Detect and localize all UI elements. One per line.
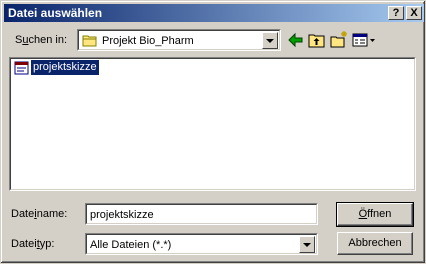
- filetype-dropdown[interactable]: Alle Dateien (*.*): [85, 233, 318, 255]
- look-in-label: Suchen in:: [15, 34, 67, 46]
- help-icon: ?: [392, 7, 400, 19]
- view-menu-icon[interactable]: [351, 30, 377, 50]
- window-title: Datei auswählen: [8, 6, 103, 20]
- look-in-dropdown[interactable]: Projekt Bio_Pharm: [77, 29, 281, 51]
- title-bar[interactable]: Datei auswählen ? X: [4, 4, 424, 22]
- filetype-value: Alle Dateien (*.*): [90, 239, 172, 251]
- open-button[interactable]: Öffnen: [336, 202, 414, 227]
- chevron-down-icon: [303, 243, 311, 247]
- file-open-dialog: Datei auswählen ? X Suchen in: Projekt B…: [0, 0, 426, 264]
- file-list[interactable]: projektskizze: [9, 57, 416, 191]
- close-icon: X: [410, 7, 418, 19]
- document-icon: [14, 61, 29, 75]
- file-name: projektskizze: [30, 59, 100, 76]
- look-in-value: Projekt Bio_Pharm: [102, 35, 194, 47]
- chevron-down-icon: [266, 39, 274, 43]
- close-button[interactable]: X: [406, 6, 422, 20]
- new-folder-icon[interactable]: [329, 30, 349, 50]
- folder-icon: [82, 35, 97, 47]
- filename-value: projektskizze: [90, 209, 154, 221]
- help-button[interactable]: ?: [388, 6, 404, 20]
- filetype-label: Dateityp:: [11, 238, 55, 250]
- look-in-dropdown-button[interactable]: [262, 32, 278, 49]
- filename-label: Dateiname:: [11, 208, 68, 220]
- filetype-dropdown-button[interactable]: [299, 236, 315, 253]
- back-arrow-icon[interactable]: [285, 30, 305, 50]
- up-one-level-icon[interactable]: [307, 30, 327, 50]
- filename-field[interactable]: projektskizze: [85, 203, 318, 225]
- cancel-button[interactable]: Abbrechen: [337, 232, 413, 255]
